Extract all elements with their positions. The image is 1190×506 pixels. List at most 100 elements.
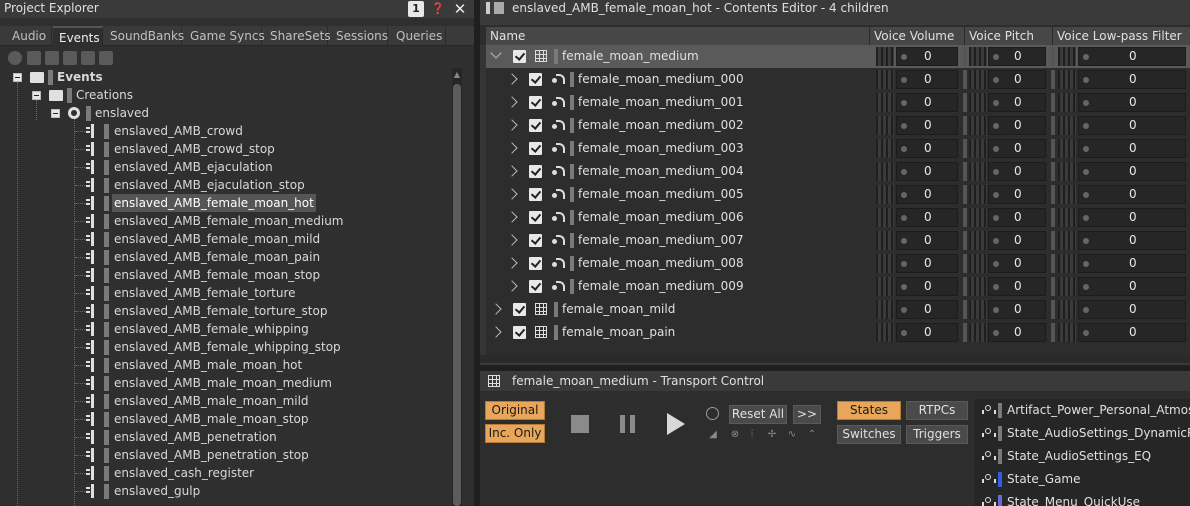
stop-icon[interactable] <box>571 415 589 433</box>
table-row[interactable]: female_moan_medium_003 0 0 0 <box>486 137 1190 160</box>
link-indicator[interactable] <box>876 93 894 112</box>
property-field-lpf[interactable]: 0 <box>1078 139 1186 158</box>
more-button[interactable]: >> <box>793 405 821 424</box>
state-group-row[interactable]: State_Game <box>974 468 1190 491</box>
collapse-icon[interactable] <box>51 109 60 118</box>
tree-scrollbar-thumb[interactable] <box>453 84 461 506</box>
property-field-pitch[interactable]: 0 <box>988 139 1046 158</box>
property-field-pitch[interactable]: 0 <box>988 208 1046 227</box>
tab-events[interactable]: Events <box>53 26 103 46</box>
property-field-volume[interactable]: 0 <box>896 116 958 135</box>
enable-checkbox[interactable] <box>529 142 542 155</box>
chevron-down-icon[interactable] <box>490 47 502 59</box>
triggers-button[interactable]: Triggers <box>906 425 968 444</box>
play-icon[interactable] <box>667 413 685 435</box>
chevron-right-icon[interactable] <box>490 326 502 338</box>
chevron-right-icon[interactable] <box>506 119 518 131</box>
enable-checkbox[interactable] <box>529 96 542 109</box>
link-indicator[interactable] <box>1058 254 1076 273</box>
state-group-row[interactable]: Artifact_Power_Personal_Atmosphere <box>974 399 1190 422</box>
new-folder-icon[interactable] <box>27 51 41 65</box>
workunit-icon[interactable] <box>8 51 22 65</box>
link-indicator[interactable] <box>876 323 894 342</box>
tree-node-event[interactable]: enslaved_AMB_female_whipping <box>0 320 452 338</box>
caret-icon[interactable]: ⌃ <box>806 430 818 440</box>
table-row[interactable]: female_moan_medium_005 0 0 0 <box>486 183 1190 206</box>
property-field-lpf[interactable]: 0 <box>1078 162 1186 181</box>
property-field-volume[interactable]: 0 <box>896 277 958 296</box>
enable-checkbox[interactable] <box>529 280 542 293</box>
property-field-volume[interactable]: 0 <box>896 70 958 89</box>
switches-button[interactable]: Switches <box>837 425 901 444</box>
tree-node-event[interactable]: enslaved_AMB_female_torture_stop <box>0 302 452 320</box>
property-field-pitch[interactable]: 0 <box>988 70 1046 89</box>
property-field-pitch[interactable]: 0 <box>988 116 1046 135</box>
enable-checkbox[interactable] <box>513 50 526 63</box>
property-field-pitch[interactable]: 0 <box>988 323 1046 342</box>
property-field-pitch[interactable]: 0 <box>988 93 1046 112</box>
tree-node-event[interactable]: enslaved_AMB_female_moan_pain <box>0 248 452 266</box>
link-indicator[interactable] <box>969 47 987 66</box>
link-indicator[interactable] <box>969 254 987 273</box>
tab-sessions[interactable]: Sessions <box>330 26 388 46</box>
enable-checkbox[interactable] <box>529 234 542 247</box>
original-button[interactable]: Original <box>485 401 545 420</box>
pause-icon[interactable] <box>620 415 636 433</box>
property-field-volume[interactable]: 0 <box>896 139 958 158</box>
table-row[interactable]: female_moan_medium_007 0 0 0 <box>486 229 1190 252</box>
new-event-folder-icon[interactable] <box>63 51 77 65</box>
chevron-right-icon[interactable] <box>506 257 518 269</box>
table-row[interactable]: female_moan_medium_006 0 0 0 <box>486 206 1190 229</box>
property-field-volume[interactable]: 0 <box>896 93 958 112</box>
property-field-volume[interactable]: 0 <box>896 162 958 181</box>
tree-node-event[interactable]: enslaved_gulp <box>0 482 452 500</box>
tree-node-event[interactable]: enslaved_AMB_male_moan_medium <box>0 374 452 392</box>
link-indicator[interactable] <box>1058 93 1076 112</box>
states-button[interactable]: States <box>837 401 901 420</box>
plus-icon[interactable]: ✢ <box>766 430 778 440</box>
property-field-lpf[interactable]: 0 <box>1078 70 1186 89</box>
enable-checkbox[interactable] <box>513 303 526 316</box>
property-field-pitch[interactable]: 0 <box>988 185 1046 204</box>
state-group-row[interactable]: State_AudioSettings_DynamicRange <box>974 422 1190 445</box>
link-indicator[interactable] <box>876 162 894 181</box>
link-indicator[interactable] <box>1058 116 1076 135</box>
pin-icon[interactable] <box>486 2 490 14</box>
link-indicator[interactable] <box>1058 323 1076 342</box>
property-field-lpf[interactable]: 0 <box>1078 116 1186 135</box>
tree-node-event[interactable]: enslaved_AMB_female_torture <box>0 284 452 302</box>
tab-queries[interactable]: Queries <box>390 26 446 46</box>
collapse-icon[interactable] <box>32 91 41 100</box>
link-indicator[interactable] <box>969 277 987 296</box>
help-icon[interactable]: ❓ <box>430 1 446 17</box>
tab-audio[interactable]: Audio <box>6 26 52 46</box>
tree-node-event[interactable]: enslaved_AMB_female_moan_mild <box>0 230 452 248</box>
chevron-right-icon[interactable] <box>490 303 502 315</box>
link-indicator[interactable] <box>876 139 894 158</box>
table-row[interactable]: female_moan_mild 0 0 0 <box>486 298 1190 321</box>
enable-checkbox[interactable] <box>529 257 542 270</box>
link-indicator[interactable] <box>969 70 987 89</box>
property-field-lpf[interactable]: 0 <box>1078 323 1186 342</box>
property-field-pitch[interactable]: 0 <box>988 231 1046 250</box>
collapse-icon[interactable] <box>13 73 22 82</box>
reset-all-button[interactable]: Reset All <box>729 405 787 424</box>
new-dialogue-event-icon[interactable] <box>99 51 113 65</box>
link-indicator[interactable] <box>1058 277 1076 296</box>
link-indicator[interactable] <box>1058 185 1076 204</box>
enable-checkbox[interactable] <box>529 119 542 132</box>
view-number-badge[interactable]: 1 <box>408 1 424 17</box>
property-field-lpf[interactable]: 0 <box>1078 300 1186 319</box>
link-indicator[interactable] <box>969 323 987 342</box>
close-icon[interactable]: ✕ <box>452 1 468 17</box>
table-row[interactable]: female_moan_medium 0 0 0 <box>486 45 1190 68</box>
column-header-voice-pitch[interactable]: Voice Pitch <box>964 27 1052 45</box>
property-field-pitch[interactable]: 0 <box>988 162 1046 181</box>
chevron-right-icon[interactable] <box>506 234 518 246</box>
link-indicator[interactable] <box>1058 139 1076 158</box>
link-indicator[interactable] <box>876 300 894 319</box>
property-field-volume[interactable]: 0 <box>896 254 958 273</box>
tree-node-event[interactable]: enslaved_AMB_crowd_stop <box>0 140 452 158</box>
link-indicator[interactable] <box>876 208 894 227</box>
scroll-up-arrow-icon[interactable]: ▲ <box>452 70 462 80</box>
